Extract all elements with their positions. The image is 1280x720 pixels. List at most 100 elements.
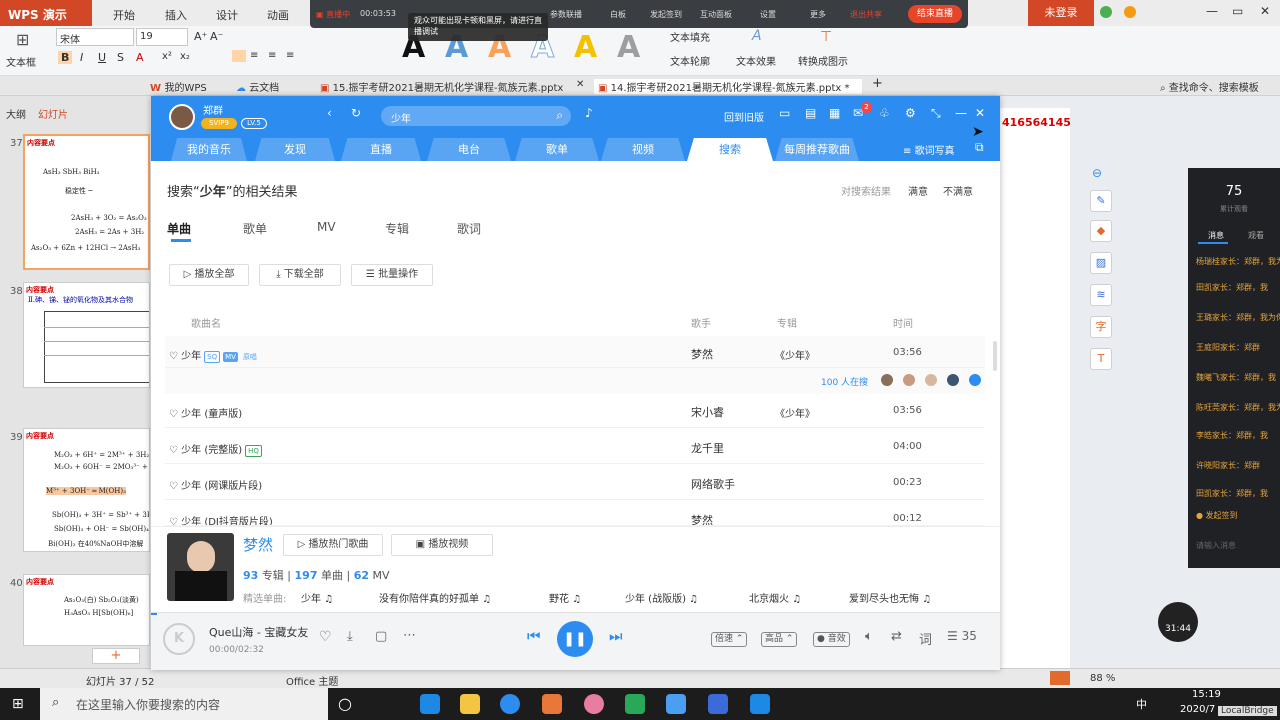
- tab-slides[interactable]: 幻灯片: [38, 106, 68, 121]
- download-icon[interactable]: ⤓: [347, 629, 353, 644]
- tab-my-music[interactable]: 我的音乐: [171, 138, 247, 161]
- batch-ops-button[interactable]: ☰ 批量操作: [351, 264, 433, 286]
- slide-thumb-38[interactable]: 内容要点 Ⅱ.砷、锑、铋的氧化物及其水合物: [23, 282, 150, 388]
- tab-weekly[interactable]: 每周推荐歌曲: [775, 138, 859, 161]
- tab-radio[interactable]: 电台: [427, 138, 511, 161]
- search-input[interactable]: 少年 ⌕: [381, 106, 571, 126]
- settings-button[interactable]: 设置: [760, 9, 776, 20]
- font-color-button[interactable]: A: [136, 51, 144, 64]
- pick-song[interactable]: 少年 (战阪版) ♫: [625, 590, 698, 605]
- avatar[interactable]: [169, 104, 195, 130]
- singer[interactable]: 宋小睿: [691, 404, 724, 420]
- decrease-font-icon[interactable]: A⁻: [210, 30, 223, 43]
- subtab-mv[interactable]: MV: [317, 220, 336, 234]
- slide-thumb-40[interactable]: 内容要点 As₂O₃(白) Sb₂O₃(淡黄) H₃AsO₃ H[Sb(OH)₆…: [23, 574, 150, 646]
- heart-icon[interactable]: ♡: [169, 409, 181, 420]
- singer[interactable]: 龙千里: [691, 440, 724, 456]
- lyric-button[interactable]: 词: [919, 629, 932, 648]
- repeat-icon[interactable]: ⇄: [891, 629, 902, 644]
- table-row[interactable]: ♡ 少年 (DJ抖音版片段) 梦然 00:12: [165, 502, 985, 526]
- align-left-icon[interactable]: [232, 50, 246, 62]
- search-icon[interactable]: ⌕: [556, 108, 563, 123]
- minimize-icon[interactable]: —: [1206, 4, 1218, 18]
- voice-search-icon[interactable]: ♪: [585, 106, 593, 120]
- kugou-taskbar-icon[interactable]: [500, 694, 520, 714]
- pick-song[interactable]: 野花 ♫: [549, 590, 581, 605]
- subtab-lyrics[interactable]: 歌词: [457, 220, 481, 237]
- next-icon[interactable]: ⏭: [609, 627, 623, 645]
- heart-icon[interactable]: ♡: [319, 629, 332, 645]
- wps-app-menu[interactable]: WPS 演示: [0, 0, 92, 26]
- windows-start-icon[interactable]: ⊞: [12, 696, 24, 712]
- bold-button[interactable]: B: [58, 51, 73, 64]
- mini-mode-icon[interactable]: ⤡: [931, 106, 941, 121]
- subtab-playlists[interactable]: 歌单: [243, 220, 267, 237]
- text-icon[interactable]: 字: [1090, 316, 1112, 338]
- table-row[interactable]: ♡ 少年 (完整版) HQ 龙千里 04:00: [165, 430, 985, 464]
- subtab-songs[interactable]: 单曲: [167, 220, 191, 237]
- end-live-button[interactable]: 结束直播: [908, 5, 962, 23]
- fullscreen-icon[interactable]: ⧉: [975, 140, 984, 155]
- justify-icon[interactable]: ≡: [286, 50, 294, 61]
- textbox-icon[interactable]: ⊞: [16, 30, 29, 49]
- cover-icon[interactable]: K: [163, 623, 195, 655]
- explorer-icon[interactable]: [460, 694, 480, 714]
- tab-outline[interactable]: 大纲: [6, 106, 26, 121]
- text-outline-button[interactable]: 文本轮廓: [670, 53, 710, 68]
- app-taskbar-icon[interactable]: [584, 694, 604, 714]
- album[interactable]: 《少年》: [775, 405, 815, 420]
- wordart-gray-style[interactable]: A: [617, 30, 640, 65]
- heart-icon[interactable]: ♡: [169, 517, 181, 525]
- refresh-icon[interactable]: ↻: [351, 106, 361, 120]
- tab-animation[interactable]: 动画: [267, 7, 289, 23]
- artist-photo[interactable]: [167, 533, 234, 601]
- wps-cloud-icon[interactable]: [1100, 6, 1112, 18]
- more-icon[interactable]: ⋯: [403, 628, 416, 643]
- slide-thumb-39[interactable]: 内容要点 M₂O₃ + 6H⁺ = 2M³⁺ + 3H₂O M₂O₃ + 6OH…: [23, 428, 150, 552]
- pick-song[interactable]: 没有你陪伴真的好孤单 ♫: [379, 590, 491, 605]
- unsatisfied-button[interactable]: 不满意: [943, 183, 973, 198]
- singer[interactable]: 梦然: [691, 512, 713, 525]
- increase-font-icon[interactable]: A⁺: [194, 30, 207, 43]
- heart-icon[interactable]: ♡: [169, 445, 181, 456]
- skin-icon[interactable]: [1124, 6, 1136, 18]
- signin-button[interactable]: ● 发起签到: [1196, 510, 1238, 521]
- table-row[interactable]: ♡ 少年 (网课版片段) 网络歌手 00:23: [165, 466, 985, 500]
- exit-share-button[interactable]: 退出共享: [850, 9, 882, 20]
- settings-icon[interactable]: ⚙: [905, 106, 916, 120]
- apps-icon[interactable]: ▦: [829, 106, 840, 120]
- now-playing-title[interactable]: Que山海 - 宝藏女友: [209, 624, 308, 640]
- edge-icon[interactable]: [420, 694, 440, 714]
- strike-button[interactable]: S: [117, 51, 124, 64]
- ime-indicator[interactable]: 中: [1136, 696, 1147, 712]
- convert-diagram-icon[interactable]: ⊤: [820, 29, 832, 45]
- chat-input[interactable]: 请输入消息: [1196, 540, 1236, 551]
- font-name-select[interactable]: 宋体: [56, 28, 134, 46]
- app-taskbar-icon[interactable]: [750, 694, 770, 714]
- skin-icon[interactable]: ♧: [879, 106, 890, 120]
- draw-icon[interactable]: ▨: [1090, 252, 1112, 274]
- effect-button[interactable]: ● 音效: [813, 632, 850, 647]
- username[interactable]: 郑群: [203, 102, 223, 117]
- play-all-button[interactable]: ▷ 播放全部: [169, 264, 249, 286]
- live-record-button[interactable]: 参数联播: [550, 9, 582, 20]
- back-icon[interactable]: ‹: [327, 106, 332, 120]
- pause-button[interactable]: ❚❚: [557, 621, 593, 657]
- interact-panel-button[interactable]: 互动面板: [700, 9, 732, 20]
- convert-diagram-button[interactable]: 转换成图示: [798, 53, 848, 68]
- message-icon[interactable]: ▤: [805, 106, 816, 120]
- singer[interactable]: 网络歌手: [691, 476, 735, 492]
- tab-insert[interactable]: 插入: [165, 7, 187, 23]
- app-taskbar-icon[interactable]: [708, 694, 728, 714]
- superscript-button[interactable]: x²: [162, 51, 172, 62]
- text-fill-button[interactable]: 文本填充: [670, 29, 710, 44]
- close-icon[interactable]: ✕: [1260, 4, 1270, 18]
- fill-icon[interactable]: ◆: [1090, 220, 1112, 242]
- slide-thumb-37[interactable]: 内容要点 AsH₃ SbH₃ BiH₃ 稳定性 ─ 2AsH₃ + 3O₂ = …: [23, 134, 150, 270]
- login-button[interactable]: 未登录: [1028, 0, 1094, 26]
- quality-button[interactable]: 高品 ⌃: [761, 632, 798, 647]
- layers-icon[interactable]: ≋: [1090, 284, 1112, 306]
- tab-search[interactable]: 搜索: [687, 138, 773, 161]
- edit-icon[interactable]: ✎: [1090, 190, 1112, 212]
- singer[interactable]: 梦然: [691, 346, 713, 362]
